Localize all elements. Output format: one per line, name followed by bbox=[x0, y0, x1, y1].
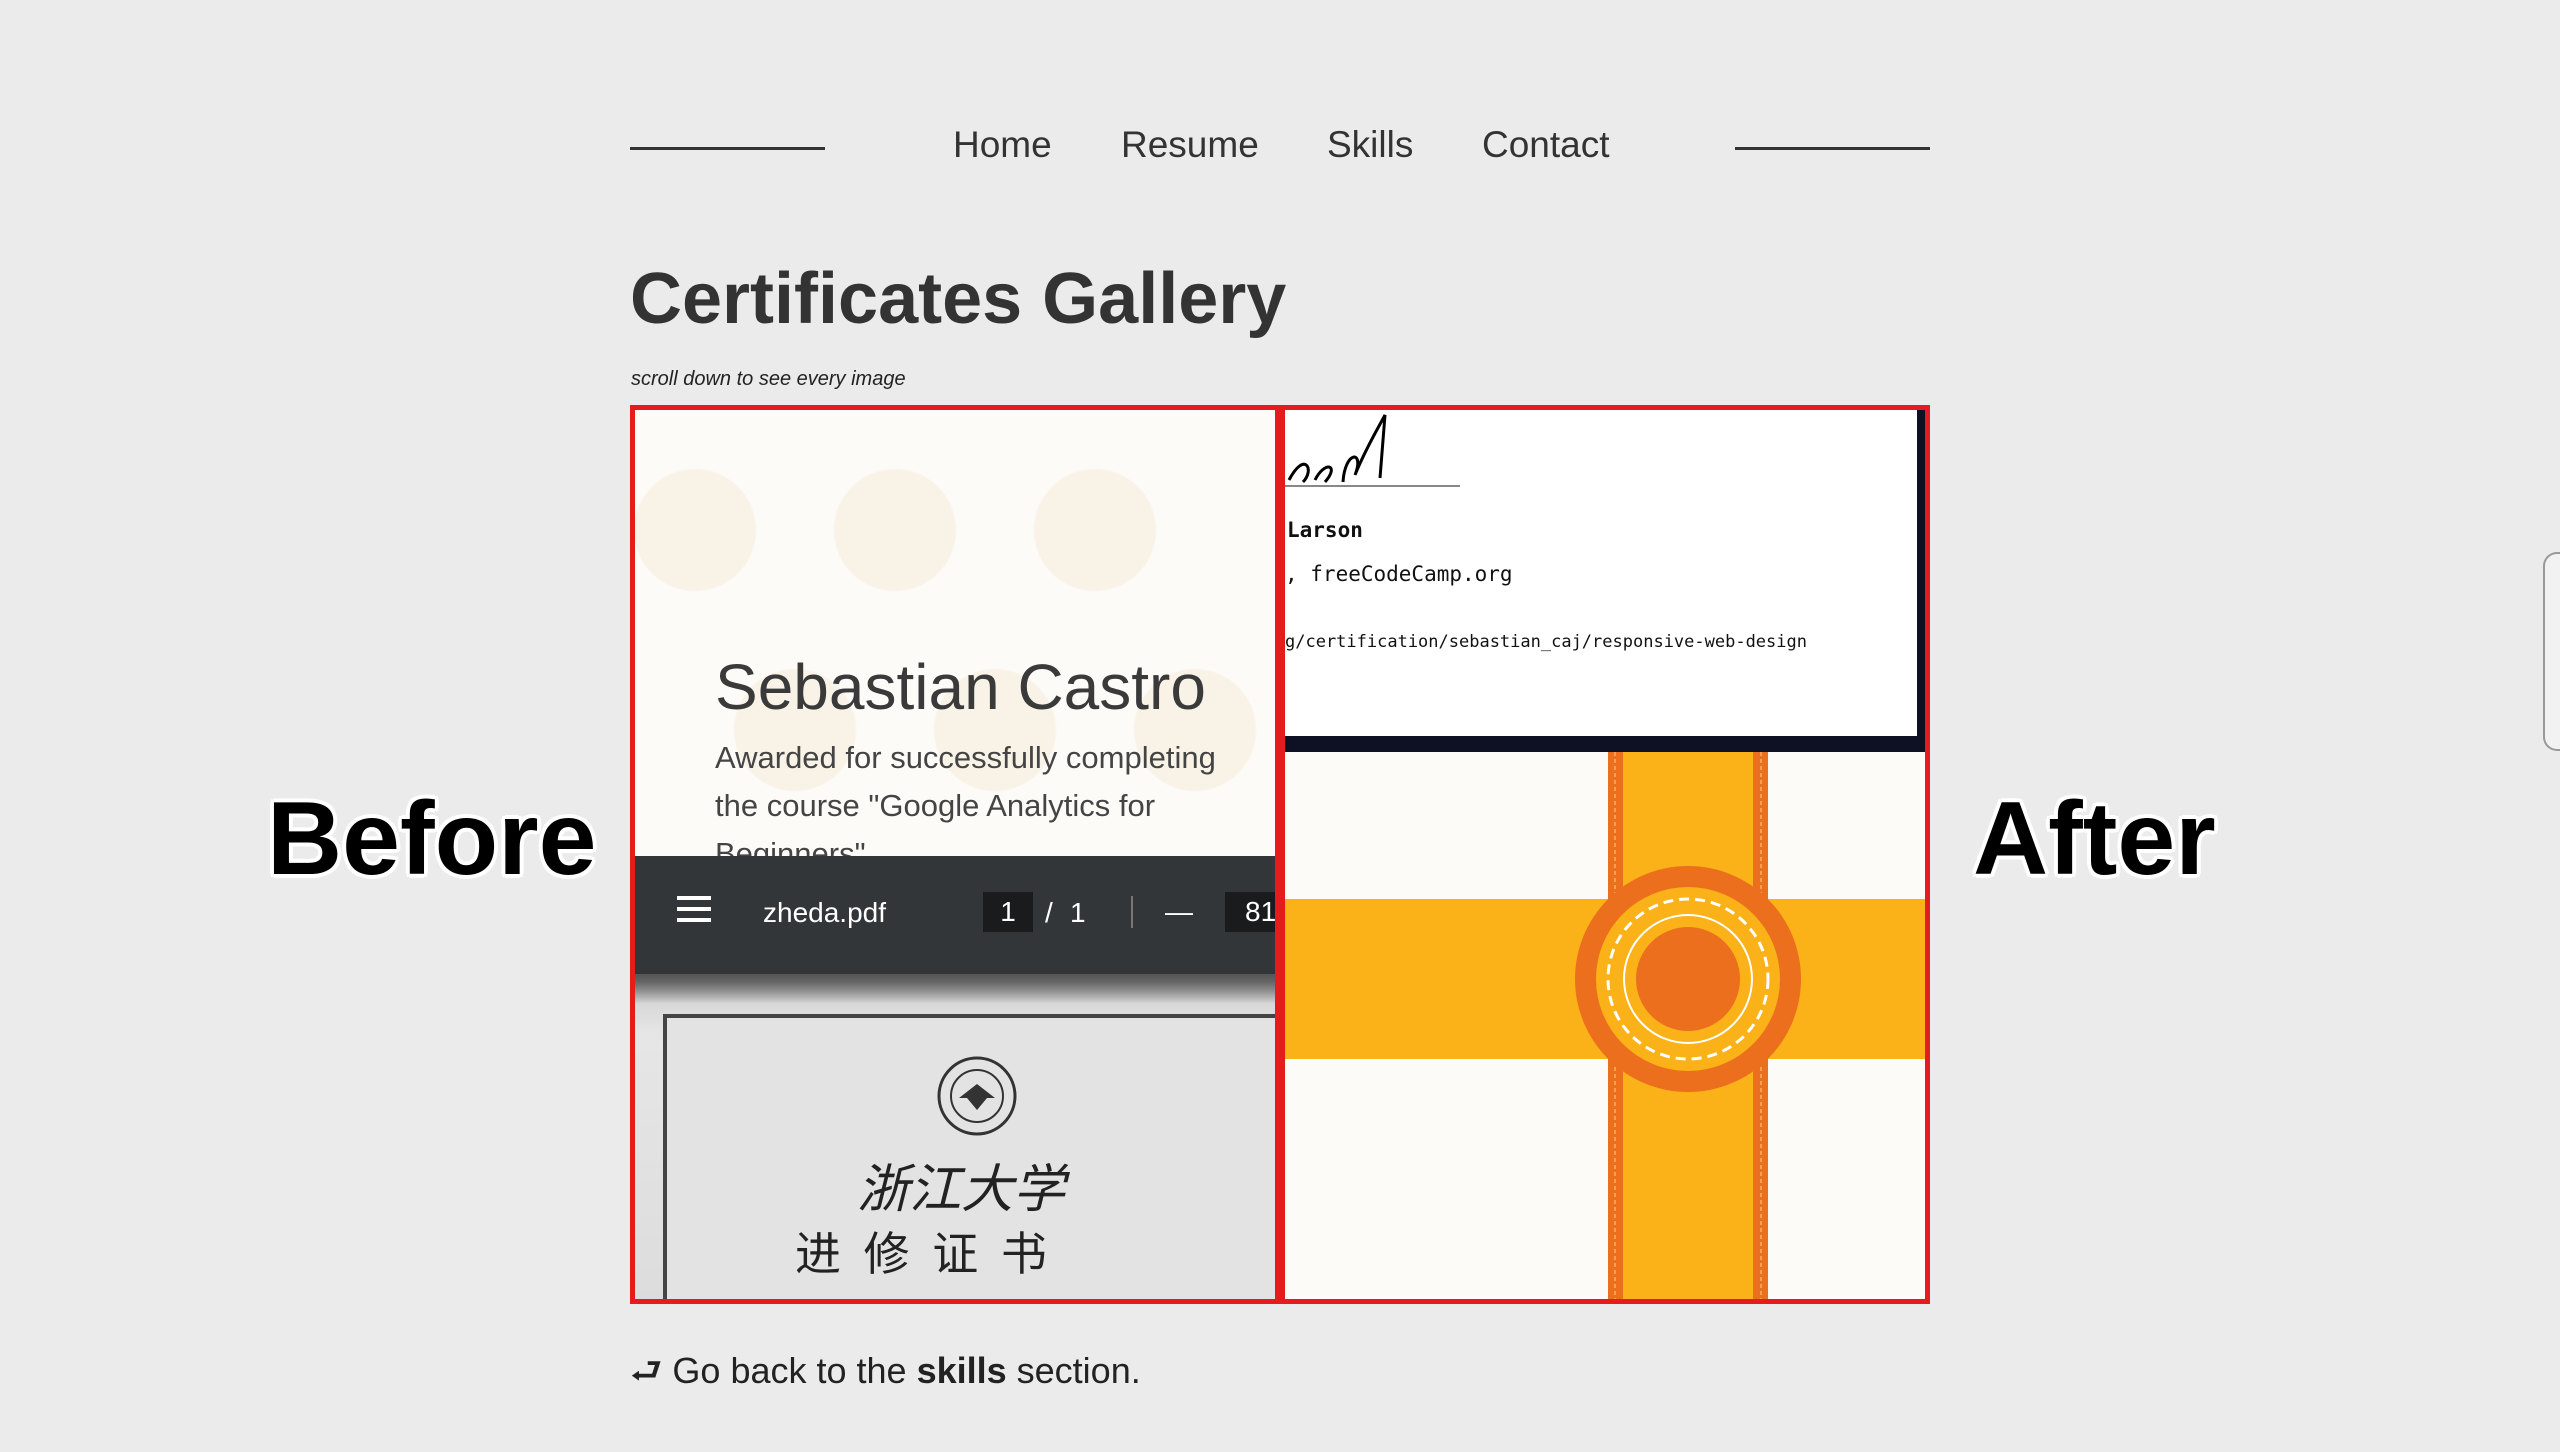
after-label: After bbox=[1973, 781, 2216, 897]
pdf-filename: zheda.pdf bbox=[763, 897, 886, 928]
university-seal-icon bbox=[935, 1054, 1019, 1143]
certificate-frame-bottom bbox=[1285, 736, 1925, 752]
certificate-text-line1: Awarded for successfully completing bbox=[715, 740, 1216, 775]
certificate-name: Sebastian Castro bbox=[715, 651, 1206, 723]
page-number-input[interactable]: 1 bbox=[983, 892, 1033, 932]
side-scroll-tab[interactable] bbox=[2543, 552, 2560, 751]
pdf-viewer-toolbar: zheda.pdf 1 / 1 — 81% bbox=[635, 856, 1275, 974]
zoom-out-button[interactable]: — bbox=[1165, 896, 1193, 928]
page-total: 1 bbox=[1070, 897, 1086, 928]
zoom-value[interactable]: 81% bbox=[1225, 892, 1275, 932]
certificate-text-line2: the course "Google Analytics for bbox=[715, 788, 1156, 823]
nav-contact-link[interactable]: Contact bbox=[1482, 124, 1610, 166]
nav-line-right bbox=[1735, 147, 1930, 150]
signature-image bbox=[1285, 410, 1485, 505]
back-to-skills: ⮐ Go back to the skills section. bbox=[630, 1345, 1141, 1406]
back-suffix-text: section. bbox=[1006, 1350, 1141, 1391]
university-name: 浙江大学 bbox=[857, 1160, 1066, 1220]
nav-home-link[interactable]: Home bbox=[953, 124, 1052, 166]
signer-organization: , freeCodeCamp.org bbox=[1285, 562, 1513, 586]
after-image-panel[interactable]: Larson , freeCodeCamp.org g/certificatio… bbox=[1280, 405, 1930, 1304]
return-arrow-icon: ⮐ bbox=[630, 1350, 663, 1391]
certificate-frame-edge bbox=[1917, 410, 1925, 752]
nav-resume-link[interactable]: Resume bbox=[1121, 124, 1259, 166]
signer-name: Larson bbox=[1287, 518, 1363, 542]
certification-url: g/certification/sebastian_caj/responsive… bbox=[1285, 632, 1807, 652]
ribbon-seal-icon bbox=[1285, 752, 1925, 1299]
back-prefix-text: Go back to the bbox=[672, 1350, 917, 1391]
certificate-title: 进 修 证 书 bbox=[795, 1227, 1051, 1281]
scanned-certificate: 浙江大学 进 修 证 书 bbox=[635, 974, 1275, 1299]
menu-icon[interactable] bbox=[677, 894, 711, 931]
page-separator: / bbox=[1045, 897, 1053, 928]
toolbar-divider bbox=[1131, 896, 1133, 928]
skills-link[interactable]: skills bbox=[917, 1350, 1007, 1391]
nav-line-left bbox=[630, 147, 825, 150]
page-title: Certificates Gallery bbox=[630, 259, 1287, 339]
scroll-hint: scroll down to see every image bbox=[631, 368, 906, 390]
nav-skills-link[interactable]: Skills bbox=[1327, 124, 1413, 166]
before-image-panel[interactable]: Sebastian Castro Awarded for successfull… bbox=[630, 405, 1280, 1304]
before-label: Before bbox=[267, 781, 597, 897]
